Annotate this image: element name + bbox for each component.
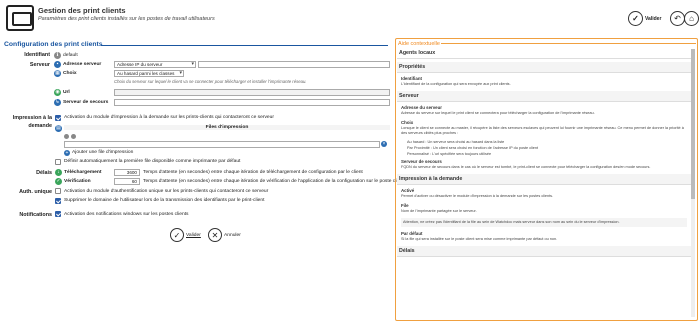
section-divider bbox=[101, 45, 388, 46]
choix-label: Choix bbox=[63, 71, 77, 76]
url-input[interactable] bbox=[114, 89, 390, 96]
back-icon[interactable]: ↶ bbox=[670, 11, 685, 26]
help-defaut-title: Par défaut bbox=[401, 231, 423, 236]
help-secours-title: Serveur de secours bbox=[401, 159, 442, 164]
impression-label-2: demande bbox=[28, 123, 52, 129]
remove-file-icon[interactable]: × bbox=[381, 141, 387, 147]
help-active-text: Permet d'activer ou désactiver le module… bbox=[401, 194, 554, 198]
url-label: Url bbox=[63, 90, 70, 95]
home-icon[interactable]: ⌂ bbox=[684, 11, 699, 26]
queue-icon: ▤ bbox=[55, 125, 62, 132]
help-choix-item: Par Proximité : Un client sera choisi en… bbox=[407, 146, 539, 150]
help-choix-title: Choix bbox=[401, 120, 414, 125]
help-file-text: Nom de l'imprimante partagée sur le serv… bbox=[401, 209, 477, 213]
adresse-select[interactable]: Adresse IP du serveur bbox=[114, 61, 196, 68]
identifiant-label: Identifiant bbox=[24, 52, 50, 58]
serveur-label: Serveur bbox=[29, 62, 50, 68]
backup-server-icon: ↳ bbox=[54, 99, 61, 106]
verification-desc: Temps d'attente (en secondes) entre chaq… bbox=[143, 179, 405, 184]
help-section-impression: Impression à la demande bbox=[397, 174, 691, 185]
print-client-logo-icon bbox=[6, 5, 34, 31]
verify-icon: ✓ bbox=[55, 178, 62, 185]
help-section-proprietes: Propriétés bbox=[397, 62, 691, 73]
help-active-title: Activé bbox=[401, 188, 415, 193]
adresse-input[interactable] bbox=[198, 61, 390, 68]
page-header: Gestion des print clients Paramètres des… bbox=[0, 0, 700, 38]
add-file-link[interactable]: Ajouter une file d'impression bbox=[72, 150, 133, 155]
choix-hint: Choix du serveur sur lequel le client va… bbox=[114, 79, 307, 84]
impression-label-1: Impression à la bbox=[12, 115, 52, 121]
check-icon: ✓ bbox=[628, 11, 643, 26]
help-scrollbar-thumb[interactable] bbox=[691, 49, 695, 199]
help-file-title: File bbox=[401, 203, 409, 208]
default-checkbox[interactable] bbox=[55, 159, 61, 165]
notif-label: Notifications bbox=[19, 212, 52, 218]
telechargement-desc: Temps d'attente (en secondes) entre chaq… bbox=[143, 170, 363, 175]
header-validate-button[interactable]: ✓ Valider bbox=[628, 11, 661, 26]
header-validate-label: Valider bbox=[645, 15, 662, 22]
auth-checkbox[interactable] bbox=[55, 188, 61, 194]
help-identifiant-text: L'identifiant de la configuration qui se… bbox=[401, 82, 511, 86]
help-identifiant-title: Identifiant bbox=[401, 76, 422, 81]
help-defaut-text: Si la file qui sera installée sur le pos… bbox=[401, 237, 558, 241]
url-icon: ◉ bbox=[54, 89, 61, 96]
identifiant-value: default bbox=[63, 53, 78, 58]
help-choix-item: Au hasard : Un serveur sera choisi au ha… bbox=[407, 140, 505, 144]
auth-domain-label: Supprimer le domaine de l'utilisateur lo… bbox=[64, 198, 265, 203]
help-choix-text: Lorsque le client se connecte au master,… bbox=[401, 126, 684, 135]
telechargement-label: Téléchargement bbox=[64, 170, 102, 175]
secours-label: Serveur de secours bbox=[63, 100, 109, 105]
notif-check-label: Activation des notifications windows sur… bbox=[64, 212, 189, 217]
notif-checkbox[interactable] bbox=[55, 211, 61, 217]
choice-icon: ▦ bbox=[54, 70, 61, 77]
page-title: Gestion des print clients bbox=[38, 6, 126, 15]
delais-label: Délais bbox=[36, 170, 52, 176]
row-radio-icon[interactable] bbox=[64, 134, 69, 139]
help-secours-text: FQDN du serveur de secours dans le cas o… bbox=[401, 165, 651, 169]
help-title: Aide contextuelle bbox=[397, 41, 441, 47]
impression-check-label: Activation du module d'impression à la d… bbox=[64, 115, 274, 120]
help-header: Agents locaux bbox=[397, 48, 691, 59]
verification-label: Vérification bbox=[64, 179, 91, 184]
row-radio2-icon[interactable] bbox=[71, 134, 76, 139]
auth-check-label: Activation du module d'authentification … bbox=[64, 189, 269, 194]
valider-check-icon[interactable]: ✓ bbox=[170, 228, 184, 242]
help-section-serveur: Serveur bbox=[397, 91, 691, 102]
help-adresse-title: Adresse du serveur bbox=[401, 105, 442, 110]
help-section-delais: Délais bbox=[397, 246, 691, 257]
annuler-x-icon[interactable]: ✕ bbox=[208, 228, 222, 242]
impression-checkbox[interactable] bbox=[55, 115, 61, 121]
page-subtitle: Paramètres des print clients installés s… bbox=[38, 16, 215, 22]
config-section-title: Configuration des print clients bbox=[4, 41, 103, 48]
files-header: Files d'impression bbox=[64, 125, 390, 130]
default-check-label: Définir automatiquement la première file… bbox=[64, 159, 241, 164]
verification-input[interactable]: 60 bbox=[114, 178, 140, 185]
add-file-icon[interactable]: + bbox=[64, 150, 70, 156]
secours-input[interactable] bbox=[114, 99, 390, 106]
help-attention-text: Attention, ne créez pas l'identifiant de… bbox=[401, 218, 687, 227]
telechargement-input[interactable]: 3600 bbox=[114, 169, 140, 176]
download-icon: ↓ bbox=[55, 169, 62, 176]
valider-button[interactable]: Valider bbox=[186, 233, 201, 238]
help-adresse-text: Adresse du serveur sur lequel le print c… bbox=[401, 111, 595, 115]
choix-select[interactable]: Au hasard parmi les classes bbox=[114, 70, 184, 77]
adresse-label: Adresse serveur bbox=[63, 62, 102, 67]
id-icon: ℹ bbox=[54, 52, 61, 59]
auth-label: Auth. unique bbox=[19, 189, 52, 195]
annuler-button[interactable]: Annuler bbox=[224, 233, 241, 238]
help-choix-item: Personnalisé : L'url spécifiée sera touj… bbox=[407, 152, 492, 156]
help-content[interactable]: Agents locaux Propriétés Identifiant L'i… bbox=[397, 48, 691, 318]
help-divider bbox=[436, 43, 696, 44]
server-icon: ▪ bbox=[54, 61, 61, 68]
file-input[interactable] bbox=[64, 141, 380, 148]
auth-domain-checkbox[interactable] bbox=[55, 198, 61, 204]
